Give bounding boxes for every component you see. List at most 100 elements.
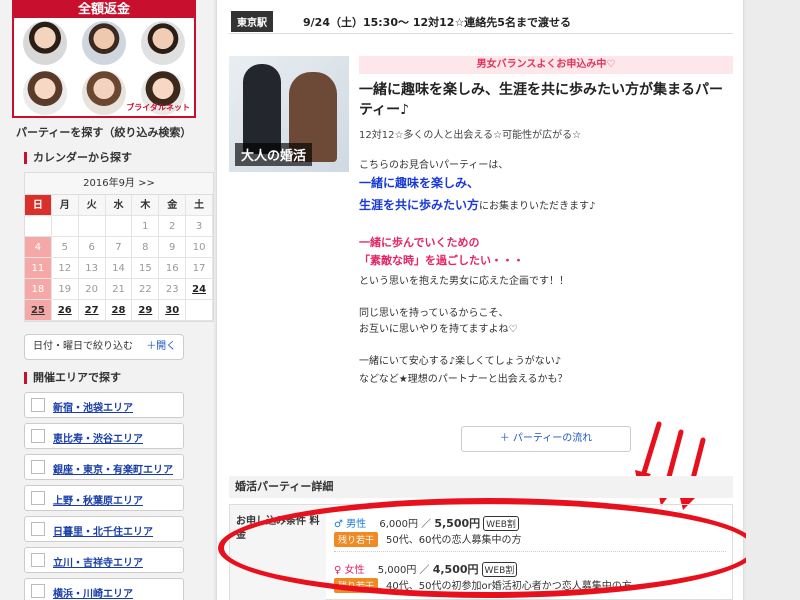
right-gutter xyxy=(746,0,800,600)
calendar-day xyxy=(78,216,106,237)
female-price-line: ♀ 女性 5,000円 ／ 4,500円 WEB割 xyxy=(334,561,518,577)
desc-pink: 一緒に歩んでいくための xyxy=(359,236,480,249)
calendar-day[interactable]: 24 xyxy=(186,279,213,300)
area-link[interactable]: 恵比寿・渋谷エリア xyxy=(53,430,143,445)
area-checkbox[interactable] xyxy=(31,460,45,474)
avatar xyxy=(22,21,67,65)
price-row-label: お申し込み条件 料金 xyxy=(230,505,326,600)
area-item[interactable]: 上野・秋葉原エリア xyxy=(24,485,184,511)
date-filter-button[interactable]: 日付・曜日で絞り込む ＋開く xyxy=(24,334,184,360)
station-badge: 東京駅 xyxy=(231,11,273,32)
calendar-day: 20 xyxy=(78,279,106,300)
desc-pink: 「素敵な時」を過ごしたい・・・ xyxy=(359,254,524,267)
event-datetime: 9/24（土）15:30〜 12対12☆連絡先5名まで渡せる xyxy=(303,16,571,29)
female-web-price: 4,500円 xyxy=(432,563,479,576)
calendar-day: 22 xyxy=(132,279,160,300)
desc-line: 同じ思いを持っているからこそ、 xyxy=(359,308,509,319)
female-condition-line: 残り若干 40代、50代の初参加or婚活初心者かつ恋人募集中の方 xyxy=(334,577,632,593)
area-link[interactable]: 新宿・池袋エリア xyxy=(53,399,133,414)
sidebar: 全額返金 ブライダルネット パーティーを探す（絞り込み検索） カレンダーから探す… xyxy=(0,0,214,600)
calendar-day: 8 xyxy=(132,237,160,258)
calendar-weekday: 火 xyxy=(78,195,106,216)
banner-heading: 全額返金 xyxy=(14,2,194,18)
area-item[interactable]: 恵比寿・渋谷エリア xyxy=(24,423,184,449)
desc-line: などなど★理想のパートナーと出会えるかも？ xyxy=(359,374,568,385)
calendar-day: 13 xyxy=(78,258,106,279)
event-photo: 大人の婚活 xyxy=(229,56,349,172)
calendar-day xyxy=(51,216,79,237)
area-link[interactable]: 日暮里・北千住エリア xyxy=(53,523,153,538)
male-web-price: 5,500円 xyxy=(434,517,481,530)
calendar-day: 12 xyxy=(51,258,79,279)
area-checkbox[interactable] xyxy=(31,398,45,412)
calendar-day xyxy=(25,216,52,237)
male-regular: 6,000円 xyxy=(379,519,418,530)
desc-highlight-text: 生涯を共に歩みたい方 xyxy=(359,198,480,212)
calendar-month[interactable]: 2016年9月 >> xyxy=(25,173,213,195)
calendar-weekday: 金 xyxy=(159,195,187,216)
male-price-line: ♂ 男性 6,000円 ／ 5,500円 WEB割 xyxy=(334,515,519,531)
photo-man xyxy=(243,64,281,154)
date-filter-open[interactable]: ＋開く xyxy=(146,341,176,352)
male-condition: 50代、60代の恋人募集中の方 xyxy=(386,535,522,546)
calendar-day[interactable]: 26 xyxy=(51,300,79,321)
party-flow-button[interactable]: ＋ パーティーの流れ xyxy=(461,426,631,452)
calendar-day: 6 xyxy=(78,237,106,258)
refund-banner[interactable]: 全額返金 ブライダルネット xyxy=(12,0,196,118)
calendar-day: 14 xyxy=(105,258,133,279)
area-checkbox[interactable] xyxy=(31,522,45,536)
calendar-day: 19 xyxy=(51,279,79,300)
desc-tail: にお集まりいただきます♪ xyxy=(479,201,596,212)
desc-line: という思いを抱えた男女に応えた企画です！！ xyxy=(359,276,569,287)
female-web-tag: WEB割 xyxy=(481,562,518,577)
avatar xyxy=(81,71,126,115)
area-checkbox[interactable] xyxy=(31,429,45,443)
area-item[interactable]: 銀座・東京・有楽町エリア xyxy=(24,454,184,480)
avatar xyxy=(141,21,186,65)
male-web-tag: WEB割 xyxy=(483,516,519,531)
calendar-weekday: 月 xyxy=(51,195,79,216)
calendar-weekday: 日 xyxy=(25,195,52,216)
calendar-day: 4 xyxy=(25,237,52,258)
calendar-day: 21 xyxy=(105,279,133,300)
calendar-section-label: カレンダーから探す xyxy=(24,152,132,164)
calendar-weekday: 水 xyxy=(105,195,133,216)
area-checkbox[interactable] xyxy=(31,553,45,567)
calendar-day[interactable]: 28 xyxy=(105,300,133,321)
calendar-day: 9 xyxy=(159,237,187,258)
calendar-day: 17 xyxy=(186,258,213,279)
calendar-day: 15 xyxy=(132,258,160,279)
calendar-day: 18 xyxy=(25,279,52,300)
calendar-day xyxy=(105,216,133,237)
calendar-day[interactable]: 29 xyxy=(132,300,160,321)
female-regular: 5,000円 xyxy=(377,565,417,576)
area-checkbox[interactable] xyxy=(31,584,45,598)
avatar xyxy=(81,21,126,65)
calendar-day: 3 xyxy=(186,216,213,237)
area-item[interactable]: 立川・吉祥寺エリア xyxy=(24,547,184,573)
calendar-day: 10 xyxy=(186,237,213,258)
calendar-weekday: 土 xyxy=(186,195,213,216)
desc-line: こちらのお見合いパーティーは、 xyxy=(359,160,509,171)
area-link[interactable]: 上野・秋葉原エリア xyxy=(53,492,143,507)
calendar-day[interactable]: 25 xyxy=(25,300,52,321)
event-title: 一緒に趣味を楽しみ、生涯を共に歩みたい方が集まるパーティー♪ xyxy=(359,82,723,118)
male-remain-badge: 残り若干 xyxy=(334,532,379,547)
divider xyxy=(334,551,726,552)
calendar-grid: 日月火水木金土 1 2 3 4 5 6 7 8 9 10 11 12 13 14 15 16 17 18 19 20 21… xyxy=(25,195,213,321)
area-item[interactable]: 横浜・川崎エリア xyxy=(24,578,184,600)
area-link[interactable]: 横浜・川崎エリア xyxy=(53,585,133,600)
calendar: 2016年9月 >> 日月火水木金土 1 2 3 4 5 6 7 8 9 10 11 12 13 14 15 1… xyxy=(24,172,214,322)
area-section-label: 開催エリアで探す xyxy=(24,372,121,384)
calendar-day[interactable]: 27 xyxy=(78,300,106,321)
female-remain-badge: 残り若干 xyxy=(334,578,379,593)
area-item[interactable]: 新宿・池袋エリア xyxy=(24,392,184,418)
area-link[interactable]: 立川・吉祥寺エリア xyxy=(53,554,143,569)
area-link[interactable]: 銀座・東京・有楽町エリア xyxy=(53,461,173,476)
banner-brand: ブライダルネット xyxy=(126,103,190,112)
photo-caption: 大人の婚活 xyxy=(235,143,313,166)
desc-highlight: 生涯を共に歩みたい方にお集まりいただきます♪ xyxy=(359,196,595,213)
calendar-day[interactable]: 30 xyxy=(159,300,187,321)
area-item[interactable]: 日暮里・北千住エリア xyxy=(24,516,184,542)
area-checkbox[interactable] xyxy=(31,491,45,505)
